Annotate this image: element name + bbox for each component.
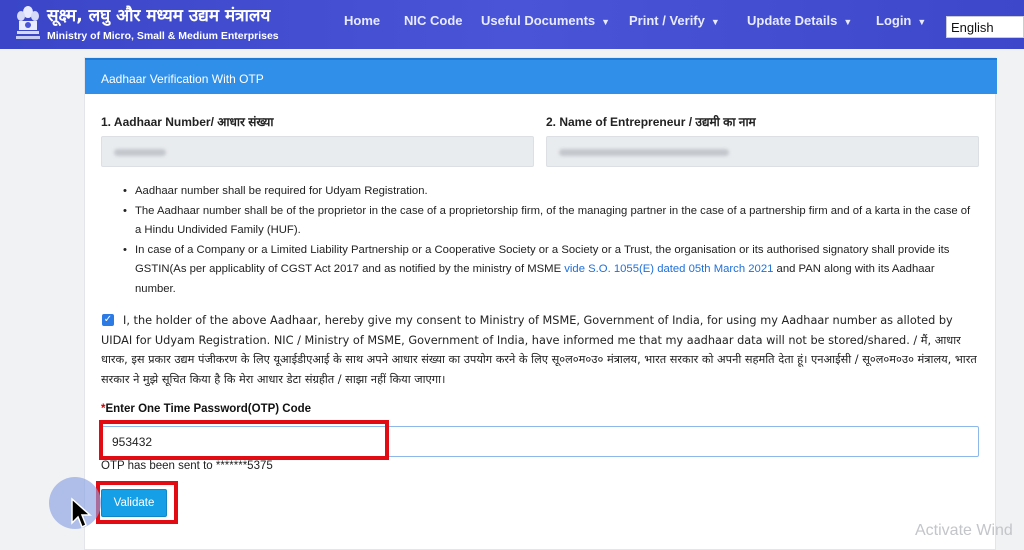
otp-label: *Enter One Time Password(OTP) Code (101, 403, 312, 415)
aadhaar-notes-list: • Aadhaar number shall be required for Ud… (123, 182, 975, 300)
consent-text: I, the holder of the above Aadhaar, here… (101, 314, 977, 386)
entrepreneur-name-label: 2. Name of Entrepreneur / उद्यमी का नाम (546, 115, 756, 129)
chevron-down-icon: ▼ (601, 17, 611, 27)
ministry-name-english: Ministry of Micro, Small & Medium Enterp… (47, 30, 279, 42)
list-item: • Aadhaar number shall be required for Ud… (123, 185, 428, 197)
masked-value (559, 149, 729, 156)
list-item: • The Aadhaar number shall be of the prop… (123, 204, 971, 237)
nav-nic-code[interactable]: NIC Code (404, 13, 463, 28)
chevron-down-icon: ▼ (710, 17, 720, 27)
masked-value (114, 149, 166, 156)
notification-link[interactable]: vide S.O. 1055(E) dated 05th March 2021 (564, 263, 773, 275)
consent-checkbox[interactable]: ✓ (102, 314, 114, 326)
highlight-box (99, 420, 389, 460)
aadhaar-verification-card: Aadhaar Verification With OTP 1. Aadhaar… (84, 57, 997, 550)
top-navbar: सूक्ष्म, लघु और मध्यम उद्यम मंत्रालय Min… (0, 0, 1024, 49)
ministry-name-hindi: सूक्ष्म, लघु और मध्यम उद्यम मंत्रालय (47, 6, 271, 26)
nav-home[interactable]: Home (344, 13, 380, 28)
language-select[interactable]: English (946, 16, 1024, 38)
highlight-box (96, 481, 178, 524)
otp-sent-message: OTP has been sent to *******5375 (101, 460, 273, 472)
aadhaar-number-label: 1. Aadhaar Number/ आधार संख्या (101, 115, 274, 129)
aadhaar-number-field[interactable] (101, 136, 534, 167)
card-title: Aadhaar Verification With OTP (85, 58, 997, 94)
nav-update-details[interactable]: Update Details ▼ (747, 13, 852, 28)
chevron-down-icon: ▼ (843, 17, 853, 27)
activate-windows-watermark: Activate Wind (915, 522, 1013, 539)
entrepreneur-name-field[interactable] (546, 136, 979, 167)
nav-print-verify[interactable]: Print / Verify ▼ (629, 13, 720, 28)
list-item: • In case of a Company or a Limited Liabi… (123, 243, 950, 295)
nav-useful-documents[interactable]: Useful Documents ▼ (481, 13, 610, 28)
national-emblem-icon (16, 6, 40, 39)
mouse-pointer-icon (71, 497, 92, 529)
chevron-down-icon: ▼ (917, 17, 927, 27)
nav-login[interactable]: Login ▼ (876, 13, 926, 28)
